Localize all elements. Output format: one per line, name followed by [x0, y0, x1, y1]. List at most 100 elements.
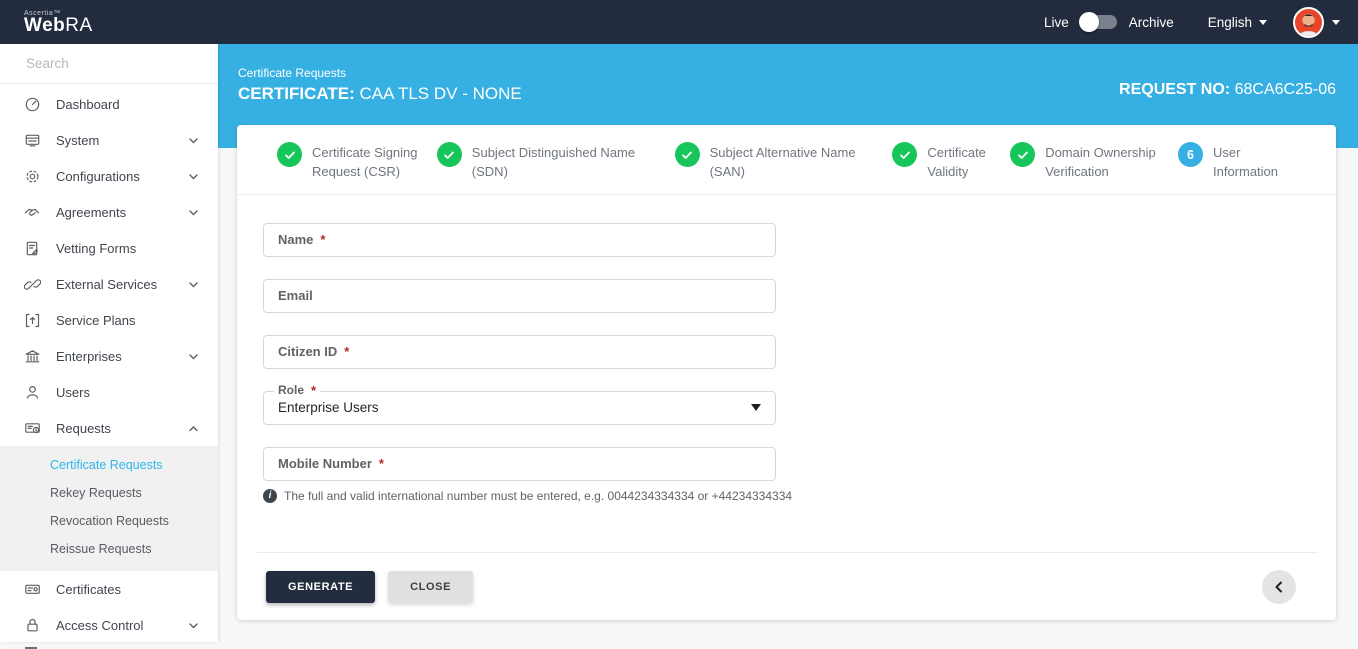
mobile-number-field[interactable]: Mobile Number * [263, 446, 776, 481]
step-number: 6 [1187, 147, 1194, 162]
page-title-value: CAA TLS DV - NONE [359, 84, 522, 103]
language-label: English [1207, 14, 1252, 30]
bank-icon [25, 349, 40, 362]
required-marker: * [378, 456, 384, 472]
email-field-label: Email [278, 288, 313, 304]
close-button[interactable]: CLOSE [388, 571, 474, 603]
sidebar-item-agreements[interactable]: Agreements [0, 194, 218, 230]
email-field[interactable]: Email [263, 278, 776, 313]
generate-button[interactable]: GENERATE [266, 571, 376, 603]
avatar[interactable] [1293, 6, 1324, 38]
required-marker: * [320, 232, 326, 248]
step-label: Certificate Validity [927, 145, 986, 179]
step-domain-ownership-verification[interactable]: Domain Ownership Verification [1010, 142, 1173, 182]
chevron-down-icon [189, 353, 198, 359]
brand-light: RA [65, 14, 93, 36]
role-select-label-wrap: Role * [274, 382, 321, 398]
sidebar-search [0, 44, 218, 84]
chevron-up-icon [189, 425, 198, 431]
submenu-item-label: Revocation Requests [50, 514, 169, 528]
lock-icon [27, 618, 38, 631]
chevron-down-icon [189, 281, 198, 287]
step-label: Subject Alternative Name (SAN) [709, 145, 856, 179]
sidebar-item-access-control[interactable]: Access Control [0, 607, 218, 643]
sidebar-item-external-services[interactable]: External Services [0, 266, 218, 302]
brand-bold: Web [24, 14, 66, 36]
sidebar-item-users[interactable]: Users [0, 374, 218, 410]
sidebar-item-label: Configurations [56, 168, 140, 184]
sidebar-item-system[interactable]: System [0, 122, 218, 158]
role-select-value: Enterprise Users [278, 400, 379, 416]
language-dropdown[interactable]: English [1208, 15, 1267, 30]
sidebar-item-certificates[interactable]: Certificates [0, 571, 218, 607]
breadcrumb: Certificate Requests [238, 66, 347, 80]
required-marker: * [344, 344, 350, 360]
chevron-down-icon [189, 173, 198, 179]
search-input[interactable] [24, 55, 205, 72]
step-check-circle [436, 142, 462, 167]
sidebar-item-label: Dashboard [56, 96, 120, 112]
dashboard-icon [25, 97, 40, 111]
page-title: CERTIFICATE: CAA TLS DV - NONE [238, 84, 522, 104]
mobile-helper-text: i The full and valid international numbe… [263, 488, 1336, 503]
sidebar-item-label: Vetting Forms [56, 240, 137, 256]
sidebar-item-configurations[interactable]: Configurations [0, 158, 218, 194]
live-archive-toggle[interactable] [1078, 12, 1117, 32]
caret-down-icon [1259, 19, 1267, 25]
handshake-icon [24, 208, 40, 216]
name-field[interactable]: Name * [263, 222, 776, 257]
step-label: User Information [1212, 145, 1279, 179]
step-subject-alternative-name[interactable]: Subject Alternative Name (SAN) [674, 142, 888, 182]
submenu-item-rekey-requests[interactable]: Rekey Requests [0, 479, 218, 507]
sidebar-item-service-plans[interactable]: Service Plans [0, 302, 218, 338]
user-information-form: Name * Email Citizen ID * Role * Enterpr… [237, 195, 1336, 503]
caret-down-icon [751, 404, 761, 412]
step-label: Subject Distinguished Name (SDN) [471, 145, 636, 179]
step-subject-distinguished-name[interactable]: Subject Distinguished Name (SDN) [436, 142, 670, 182]
chevron-down-icon [189, 137, 198, 143]
sidebar-menu: Dashboard System Configurations Agreemen… [0, 84, 218, 649]
request-number-value: 68CA6C25-06 [1234, 81, 1336, 98]
user-menu[interactable] [1293, 6, 1340, 38]
submenu-item-certificate-requests[interactable]: Certificate Requests [0, 451, 218, 479]
app-logo[interactable]: Ascertia™ WebRA [0, 10, 218, 35]
submenu-item-reissue-requests[interactable]: Reissue Requests [0, 535, 218, 563]
check-icon [900, 151, 910, 159]
sidebar-item-label: Access Control [56, 617, 144, 633]
certificate-icon [25, 584, 40, 594]
sidebar-item-label: Requests [56, 420, 111, 436]
citizen-id-field[interactable]: Citizen ID * [263, 334, 776, 369]
sidebar-item-label: Users [56, 384, 90, 400]
brand-title: WebRA [24, 14, 218, 36]
system-icon [25, 134, 40, 146]
sidebar-item-vetting-forms[interactable]: Vetting Forms [0, 230, 218, 266]
back-step-button[interactable] [1262, 570, 1296, 604]
role-select-label: Role [278, 383, 305, 398]
main-content: Certificate Requests CERTIFICATE: CAA TL… [218, 44, 1358, 642]
citizen-id-field-label: Citizen ID [278, 344, 338, 360]
info-icon: i [263, 488, 277, 503]
step-check-circle [674, 142, 700, 167]
submenu-item-revocation-requests[interactable]: Revocation Requests [0, 507, 218, 535]
sidebar-item-requests[interactable]: Requests [0, 410, 218, 446]
role-select[interactable]: Role * Enterprise Users [263, 382, 776, 425]
step-certificate-signing-request[interactable]: Certificate Signing Request (CSR) [277, 142, 432, 182]
user-icon [27, 385, 38, 399]
check-icon [682, 151, 692, 159]
mobile-number-field-label: Mobile Number [278, 456, 372, 472]
required-marker: * [311, 382, 317, 398]
submenu-item-label: Reissue Requests [50, 542, 152, 556]
check-icon [284, 151, 295, 159]
step-certificate-validity[interactable]: Certificate Validity [892, 142, 1005, 182]
sidebar-item-enterprises[interactable]: Enterprises [0, 338, 218, 374]
step-user-information[interactable]: 6 User Information [1177, 142, 1298, 182]
step-check-circle [1010, 142, 1036, 167]
sidebar-item-dashboard[interactable]: Dashboard [0, 86, 218, 122]
toggle-knob[interactable] [1078, 12, 1099, 32]
top-bar: Ascertia™ WebRA Live Archive English [0, 0, 1358, 44]
gear-icon [26, 169, 39, 183]
step-number-circle: 6 [1177, 142, 1203, 167]
sidebar-item-label: External Services [56, 276, 158, 292]
check-icon [444, 151, 455, 159]
sidebar: Dashboard System Configurations Agreemen… [0, 44, 218, 649]
